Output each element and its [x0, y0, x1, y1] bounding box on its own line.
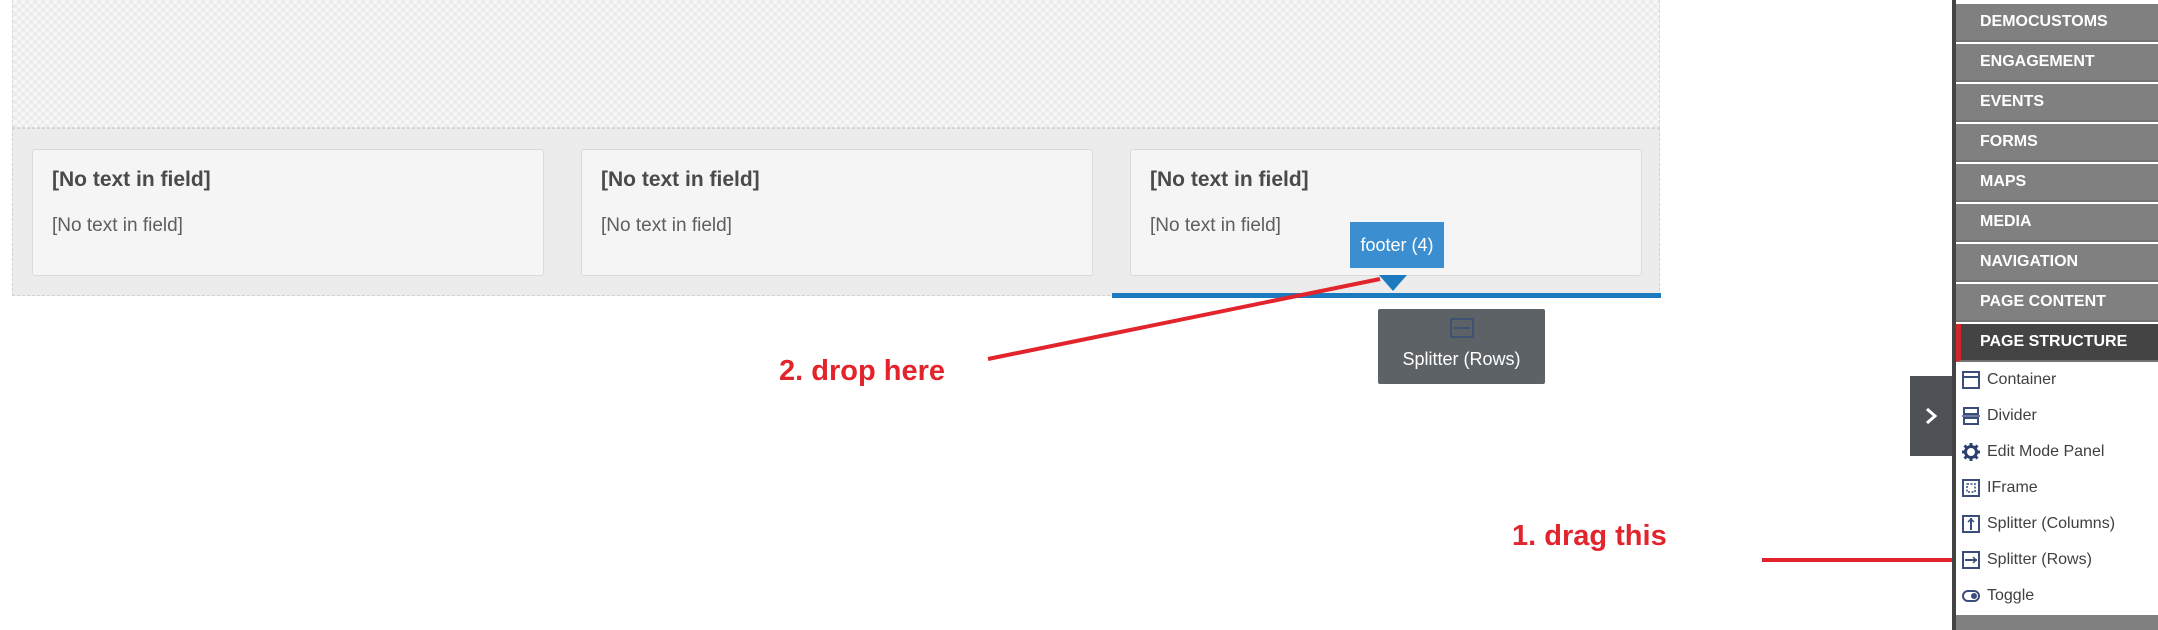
next-category-cutoff[interactable] — [1956, 615, 2158, 630]
category-forms[interactable]: FORMS — [1956, 124, 2158, 162]
tool-edit-mode-panel[interactable]: Edit Mode Panel — [1956, 434, 2158, 470]
splitter-columns-icon — [1962, 515, 1980, 533]
gear-icon — [1962, 443, 1980, 461]
category-media[interactable]: MEDIA — [1956, 204, 2158, 242]
toggle-icon — [1962, 590, 1980, 602]
tool-label: Edit Mode Panel — [1987, 443, 2105, 460]
tool-splitter-rows[interactable]: Splitter (Rows) — [1956, 542, 2158, 578]
tool-label: IFrame — [1987, 479, 2038, 496]
tool-container[interactable]: Container — [1956, 362, 2158, 398]
drop-here-annotation: 2. drop here — [779, 355, 945, 387]
category-page-structure[interactable]: PAGE STRUCTURE — [1956, 324, 2158, 362]
splitter-rows-icon — [1962, 551, 1980, 569]
category-democustoms[interactable]: DEMOCUSTOMS — [1956, 4, 2158, 42]
tool-splitter-columns[interactable]: Splitter (Columns) — [1956, 506, 2158, 542]
divider-icon — [1962, 407, 1980, 425]
tool-divider[interactable]: Divider — [1956, 398, 2158, 434]
category-page-content[interactable]: PAGE CONTENT — [1956, 284, 2158, 322]
category-events[interactable]: EVENTS — [1956, 84, 2158, 122]
tool-iframe[interactable]: IFrame — [1956, 470, 2158, 506]
category-maps[interactable]: MAPS — [1956, 164, 2158, 202]
toolbox-sidebar: DEMOCUSTOMS ENGAGEMENT EVENTS FORMS MAPS… — [1952, 0, 2158, 630]
tool-toggle[interactable]: Toggle — [1956, 578, 2158, 614]
chevron-right-icon — [1926, 407, 1938, 425]
tool-label: Divider — [1987, 407, 2037, 424]
annotation-arrows — [987, 277, 1954, 562]
tool-label: Container — [1987, 371, 2057, 388]
iframe-icon — [1962, 479, 1980, 497]
toolbox-collapse-toggle[interactable] — [1910, 376, 1952, 456]
container-icon — [1962, 371, 1980, 389]
category-navigation[interactable]: NAVIGATION — [1956, 244, 2158, 282]
tool-label: Toggle — [1987, 587, 2035, 604]
tool-label: Splitter (Columns) — [1987, 515, 2116, 532]
drag-this-annotation: 1. drag this — [1512, 520, 1667, 552]
drop-arrow-line — [987, 277, 1381, 361]
tool-label: Splitter (Rows) — [1987, 551, 2092, 568]
category-engagement[interactable]: ENGAGEMENT — [1956, 44, 2158, 82]
